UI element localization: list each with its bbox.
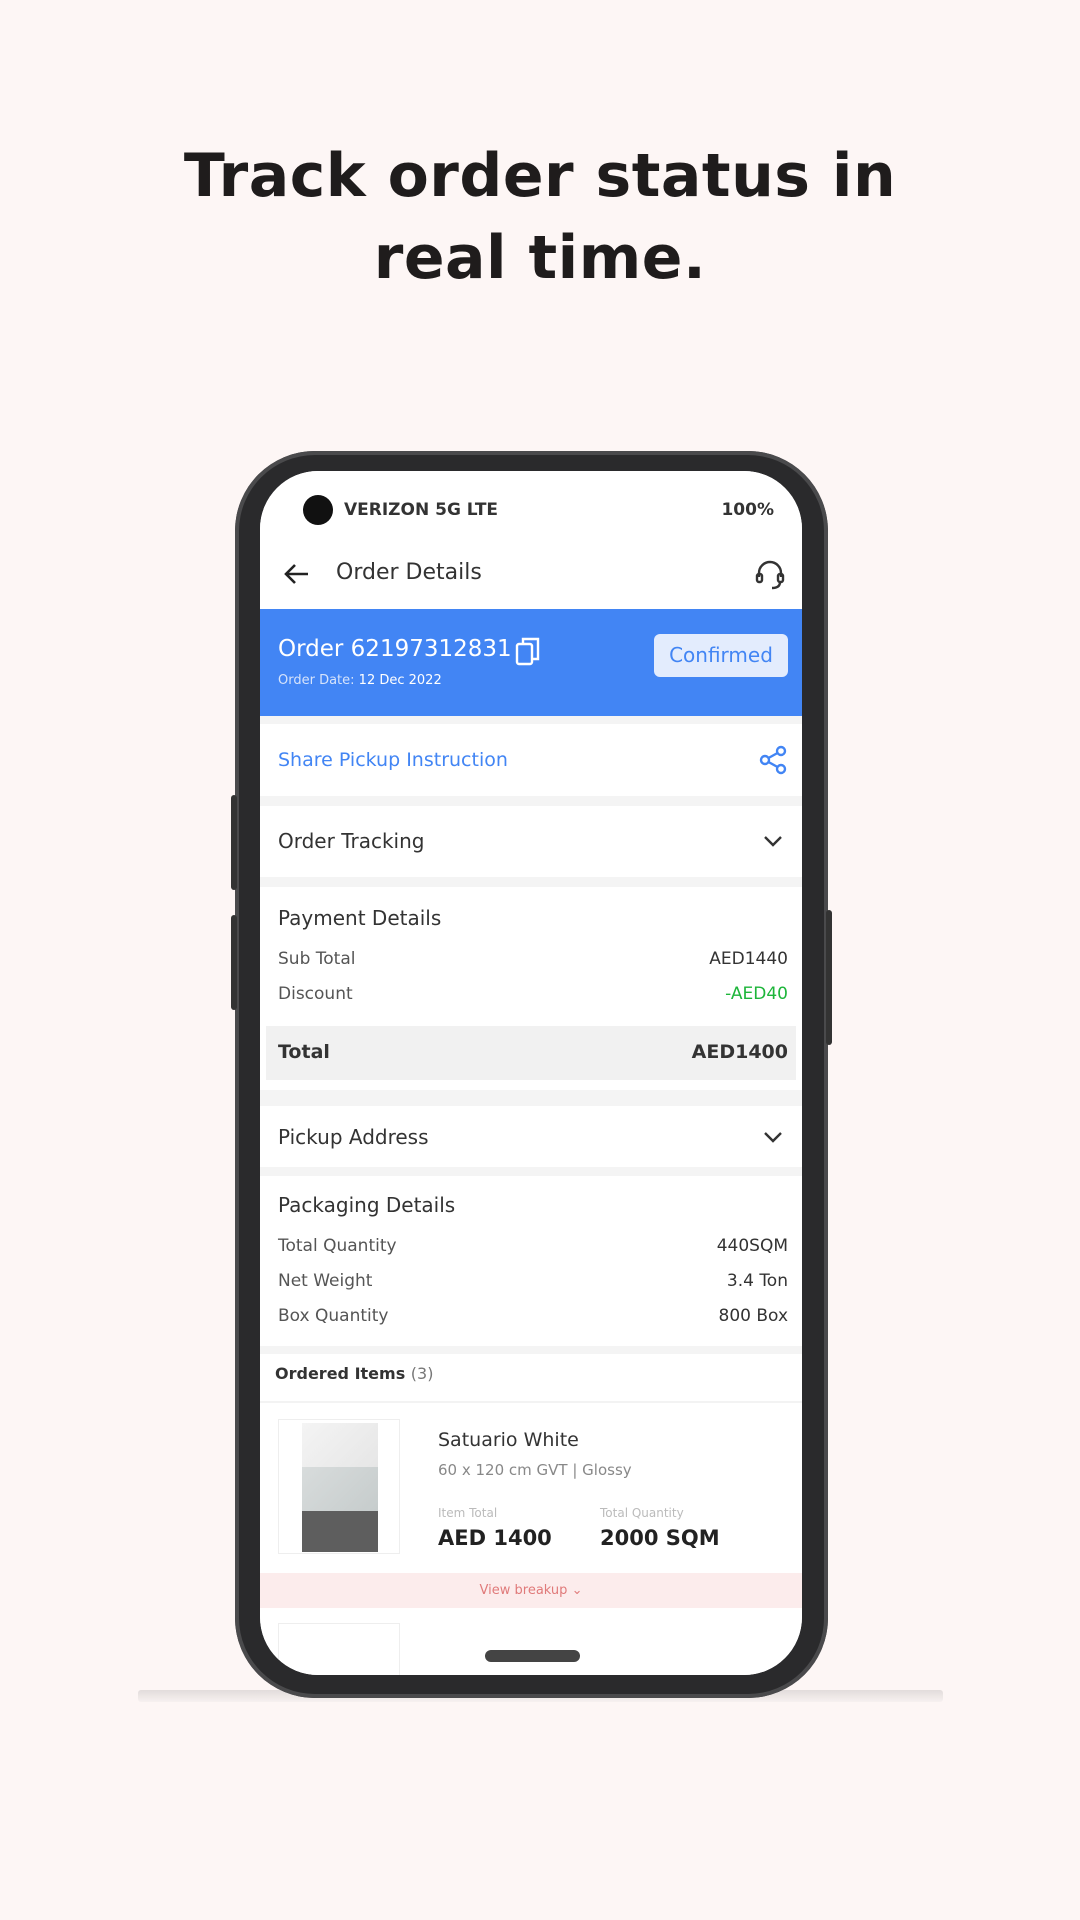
chevron-down-icon bbox=[764, 836, 782, 847]
phone-screen: VERIZON 5G LTE 100% Order Details Order … bbox=[260, 471, 802, 1675]
item-quantity-label: Total Quantity bbox=[600, 1506, 684, 1520]
share-icon bbox=[759, 745, 787, 775]
order-number: Order 62197312831 bbox=[278, 636, 512, 662]
support-button[interactable] bbox=[752, 557, 788, 593]
divider bbox=[260, 1401, 802, 1403]
total-quantity-value: 440SQM bbox=[716, 1236, 788, 1256]
pickup-address-label: Pickup Address bbox=[278, 1125, 429, 1149]
copy-button[interactable] bbox=[514, 635, 542, 667]
subtotal-value: AED1440 bbox=[709, 949, 788, 969]
box-quantity-label: Box Quantity bbox=[278, 1306, 389, 1326]
chevron-down-icon bbox=[764, 1132, 782, 1143]
item-name: Satuario White bbox=[438, 1429, 579, 1451]
power-button bbox=[826, 910, 832, 1045]
ordered-items-count: (3) bbox=[410, 1364, 434, 1383]
view-breakup-button[interactable]: View breakup ⌄ bbox=[260, 1573, 802, 1608]
volume-button bbox=[231, 795, 237, 890]
view-breakup-label: View breakup bbox=[479, 1583, 568, 1598]
share-pickup-label: Share Pickup Instruction bbox=[278, 749, 508, 771]
carrier: VERIZON 5G LTE bbox=[344, 500, 499, 520]
discount-label: Discount bbox=[278, 984, 353, 1004]
order-date: 12 Dec 2022 bbox=[358, 673, 442, 688]
ordered-items-title: Ordered Items bbox=[275, 1364, 406, 1383]
headline-line-2: real time. bbox=[373, 223, 707, 293]
chevron-down-icon: ⌄ bbox=[571, 1583, 583, 1598]
order-date-label: Order Date: bbox=[278, 673, 355, 688]
item-total-label: Item Total bbox=[438, 1506, 498, 1520]
volume-button bbox=[231, 915, 237, 1010]
item-spec: 60 x 120 cm GVT | Glossy bbox=[438, 1461, 632, 1479]
headset-icon bbox=[755, 560, 785, 590]
total-value: AED1400 bbox=[691, 1041, 788, 1063]
share-button[interactable] bbox=[758, 745, 788, 779]
item-thumbnail[interactable] bbox=[278, 1419, 400, 1554]
headline-line-1: Track order status in bbox=[183, 141, 897, 211]
camera-icon bbox=[303, 495, 333, 525]
total-quantity-label: Total Quantity bbox=[278, 1236, 397, 1256]
order-tracking-label: Order Tracking bbox=[278, 829, 425, 853]
home-indicator[interactable] bbox=[485, 1650, 580, 1662]
page-title: Order Details bbox=[336, 560, 482, 585]
subtotal-label: Sub Total bbox=[278, 949, 356, 969]
total-label: Total bbox=[278, 1041, 330, 1063]
net-weight-value: 3.4 Ton bbox=[726, 1271, 788, 1291]
item-thumbnail[interactable] bbox=[278, 1623, 400, 1675]
top-bar bbox=[260, 471, 802, 609]
discount-value: -AED40 bbox=[725, 984, 788, 1004]
box-quantity-value: 800 Box bbox=[718, 1306, 788, 1326]
arrow-left-icon bbox=[284, 564, 308, 584]
item-total-value: AED 1400 bbox=[438, 1526, 552, 1550]
copy-icon bbox=[515, 637, 540, 666]
battery: 100% bbox=[721, 500, 774, 520]
back-button[interactable] bbox=[282, 559, 312, 589]
payment-title: Payment Details bbox=[278, 906, 442, 930]
status-badge: Confirmed bbox=[654, 634, 788, 677]
packaging-title: Packaging Details bbox=[278, 1193, 456, 1217]
item-quantity-value: 2000 SQM bbox=[600, 1526, 720, 1550]
net-weight-label: Net Weight bbox=[278, 1271, 373, 1291]
headline: Track order status in real time. bbox=[0, 135, 1080, 299]
